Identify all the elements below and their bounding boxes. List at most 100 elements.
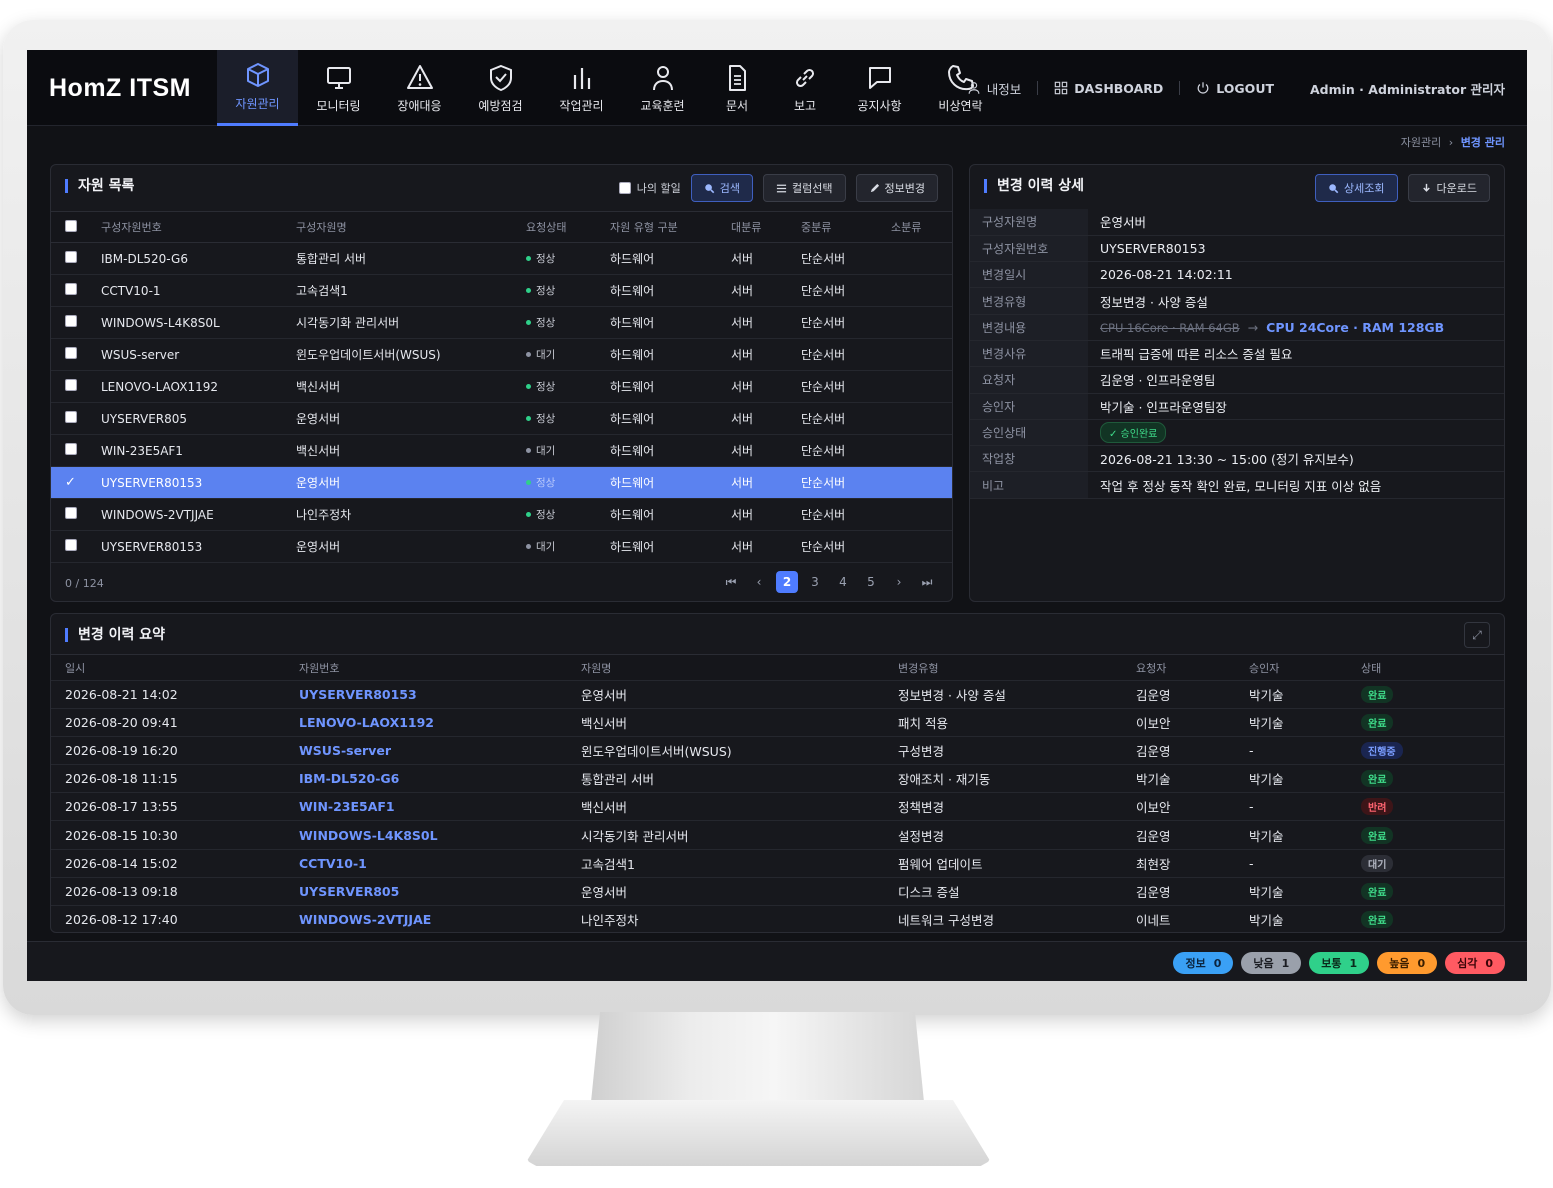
severity-count: 1 bbox=[1349, 956, 1358, 970]
col-header[interactable]: 요청자 bbox=[1136, 654, 1249, 681]
page-button[interactable]: 2 bbox=[776, 571, 798, 593]
expand-button[interactable]: ⤢ bbox=[1464, 622, 1490, 648]
resource-row[interactable]: LENOVO-LAOX1192 백신서버 정상 하드웨어 서버 단순서버 bbox=[51, 370, 952, 403]
col-header[interactable]: 구성자원번호 bbox=[101, 211, 296, 243]
my-tasks-checkbox[interactable] bbox=[618, 182, 631, 194]
summary-row[interactable]: 2026-08-18 11:15 IBM-DL520-G6 통합관리 서버 장애조치 … bbox=[51, 764, 1504, 793]
summary-row[interactable]: 2026-08-21 14:02 UYSERVER80153 운영서버 정보변경 · … bbox=[51, 679, 1504, 709]
row-checkbox[interactable] bbox=[65, 251, 77, 263]
summary-row[interactable]: 2026-08-12 17:40 WINDOWS-2VTJJAE 나인주정차 네트워크… bbox=[51, 904, 1504, 932]
severity-pill[interactable]: 정보 0 bbox=[1173, 952, 1234, 974]
severity-pill[interactable]: 심각 0 bbox=[1445, 952, 1505, 974]
download-button[interactable]: 다운로드 bbox=[1407, 174, 1490, 202]
col-header[interactable]: 대분류 bbox=[731, 211, 801, 243]
row-checkbox[interactable] bbox=[65, 443, 77, 455]
severity-pill[interactable]: 보통 1 bbox=[1309, 952, 1370, 974]
select-all-checkbox[interactable] bbox=[65, 219, 77, 232]
col-header[interactable]: 자원 유형 구분 bbox=[610, 211, 731, 243]
summary-row[interactable]: 2026-08-15 10:30 WINDOWS-L4K8S0L 시각동기화 관리서… bbox=[51, 820, 1504, 850]
summary-row[interactable]: 2026-08-17 13:55 WIN-23E5AF1 백신서버 정책변경 이보안 - 반… bbox=[51, 792, 1504, 821]
resource-major: 서버 bbox=[731, 242, 801, 275]
nav-item-2[interactable]: 모니터링 bbox=[298, 50, 379, 126]
nav-item-8[interactable]: 보고 bbox=[771, 50, 839, 126]
resource-id-link[interactable]: WIN-23E5AF1 bbox=[299, 799, 395, 814]
next-page-icon[interactable]: › bbox=[888, 571, 910, 593]
user-icon bbox=[968, 82, 980, 94]
col-header[interactable]: 상태 bbox=[1361, 654, 1504, 681]
row-checkbox[interactable] bbox=[65, 347, 77, 359]
col-header[interactable]: 구성자원명 bbox=[296, 211, 526, 243]
app-logo[interactable]: HomZ ITSM bbox=[49, 74, 191, 103]
summary-row[interactable]: 2026-08-20 09:41 LENOVO-LAOX1192 백신서버 패치 적용… bbox=[51, 708, 1504, 737]
col-header[interactable]: 중분류 bbox=[801, 211, 891, 243]
change-date: 2026-08-19 16:20 bbox=[51, 736, 299, 765]
row-select-cell bbox=[51, 338, 101, 371]
dashboard-link[interactable]: DASHBOARD bbox=[1054, 81, 1163, 96]
summary-row[interactable]: 2026-08-19 16:20 WSUS-server 윈도우업데이트서버(WSU… bbox=[51, 736, 1504, 765]
row-checkbox[interactable] bbox=[65, 315, 77, 327]
col-header[interactable]: 일시 bbox=[51, 654, 299, 681]
page-button[interactable]: 5 bbox=[860, 571, 882, 593]
nav-item-3[interactable]: 장애대응 bbox=[379, 50, 460, 126]
resource-row[interactable]: UYSERVER805 운영서버 정상 하드웨어 서버 단순서버 bbox=[51, 402, 952, 435]
resource-row[interactable]: WINDOWS-L4K8S0L 시각동기화 관리서버 정상 하드웨어 서버 단순서버 bbox=[51, 306, 952, 339]
search-button[interactable]: 검색 bbox=[690, 174, 754, 202]
resource-id-link[interactable]: WINDOWS-L4K8S0L bbox=[299, 828, 438, 843]
col-header[interactable]: 승인자 bbox=[1249, 654, 1361, 681]
last-page-icon[interactable]: ⏭ bbox=[916, 571, 938, 593]
col-header[interactable]: 변경유형 bbox=[898, 654, 1136, 681]
page-button[interactable]: 4 bbox=[832, 571, 854, 593]
request-status-cell: 정상 bbox=[526, 242, 610, 275]
prev-page-icon[interactable]: ‹ bbox=[748, 571, 770, 593]
row-checkbox[interactable] bbox=[65, 283, 77, 295]
nav-item-5[interactable]: 작업관리 bbox=[541, 50, 622, 126]
nav-item-7[interactable]: 문서 bbox=[703, 50, 771, 126]
severity-pill[interactable]: 높음 0 bbox=[1377, 952, 1438, 974]
resource-row[interactable]: WINDOWS-2VTJJAE 나인주정차 정상 하드웨어 서버 단순서버 bbox=[51, 498, 952, 531]
search-button-label: 검색 bbox=[719, 182, 741, 195]
logout-label: LOGOUT bbox=[1216, 80, 1274, 96]
detail-value-cell: 운영서버 bbox=[1088, 209, 1504, 236]
nav-item-4[interactable]: 예방점검 bbox=[460, 50, 541, 126]
first-page-icon[interactable]: ⏮ bbox=[720, 571, 742, 593]
summary-row[interactable]: 2026-08-13 09:18 UYSERVER805 운영서버 디스크 증설 김운영… bbox=[51, 876, 1504, 906]
nav-item-1[interactable]: 자원관리 bbox=[217, 50, 298, 126]
my-info-link[interactable]: 내정보 bbox=[967, 79, 1021, 98]
my-tasks-filter[interactable]: 나의 할일 bbox=[618, 180, 681, 196]
severity-pill[interactable]: 낮음 1 bbox=[1241, 952, 1302, 974]
resource-row[interactable]: UYSERVER80153 운영서버 대기 하드웨어 서버 단순서버 bbox=[51, 530, 952, 563]
col-header[interactable]: 자원명 bbox=[581, 654, 898, 681]
resource-row[interactable]: ✓ UYSERVER80153 운영서버 정상 하드웨어 서버 단순서버 bbox=[51, 466, 952, 499]
row-checkbox[interactable] bbox=[65, 507, 77, 519]
resource-row[interactable]: WIN-23E5AF1 백신서버 대기 하드웨어 서버 단순서버 bbox=[51, 434, 952, 467]
page-button[interactable]: 3 bbox=[804, 571, 826, 593]
col-header[interactable]: 요청상태 bbox=[526, 211, 610, 243]
resource-id-link[interactable]: WSUS-server bbox=[299, 743, 391, 758]
resource-row[interactable]: CCTV10-1 고속검색1 정상 하드웨어 서버 단순서버 bbox=[51, 274, 952, 307]
resource-name: 통합관리 서버 bbox=[581, 764, 898, 793]
resource-id-link[interactable]: UYSERVER80153 bbox=[299, 687, 417, 702]
col-header[interactable]: 소분류 bbox=[891, 211, 952, 243]
resource-row[interactable]: IBM-DL520-G6 통합관리 서버 정상 하드웨어 서버 단순서버 bbox=[51, 242, 952, 275]
detail-view-button[interactable]: 상세조회 bbox=[1315, 174, 1398, 202]
summary-row[interactable]: 2026-08-14 15:02 CCTV10-1 고속검색1 펌웨어 업데이트 최현장… bbox=[51, 848, 1504, 878]
detail-value: 정보변경 · 사양 증설 bbox=[1100, 294, 1208, 310]
column-select-button[interactable]: 컬럼선택 bbox=[763, 174, 846, 202]
resource-id-link[interactable]: CCTV10-1 bbox=[299, 856, 367, 871]
nav-item-9[interactable]: 공지사항 bbox=[839, 50, 920, 126]
resource-id-link[interactable]: IBM-DL520-G6 bbox=[299, 771, 399, 786]
logout-link[interactable]: LOGOUT bbox=[1196, 81, 1274, 96]
row-checkbox[interactable] bbox=[65, 539, 77, 551]
resource-id-link[interactable]: UYSERVER805 bbox=[299, 884, 399, 899]
resource-id-link[interactable]: WINDOWS-2VTJJAE bbox=[299, 912, 431, 927]
edit-info-button[interactable]: 정보변경 bbox=[855, 174, 938, 202]
resource-row[interactable]: WSUS-server 윈도우업데이트서버(WSUS) 대기 하드웨어 서버 단순서버 bbox=[51, 338, 952, 371]
resource-id-link[interactable]: LENOVO-LAOX1192 bbox=[299, 715, 434, 730]
nav-item-6[interactable]: 교육훈련 bbox=[622, 50, 703, 126]
breadcrumb-parent[interactable]: 자원관리 bbox=[1401, 136, 1441, 149]
row-checked-icon[interactable]: ✓ bbox=[65, 475, 76, 490]
resource-minor bbox=[891, 338, 952, 371]
row-checkbox[interactable] bbox=[65, 411, 77, 423]
col-header[interactable]: 자원번호 bbox=[299, 654, 581, 681]
row-checkbox[interactable] bbox=[65, 379, 77, 391]
